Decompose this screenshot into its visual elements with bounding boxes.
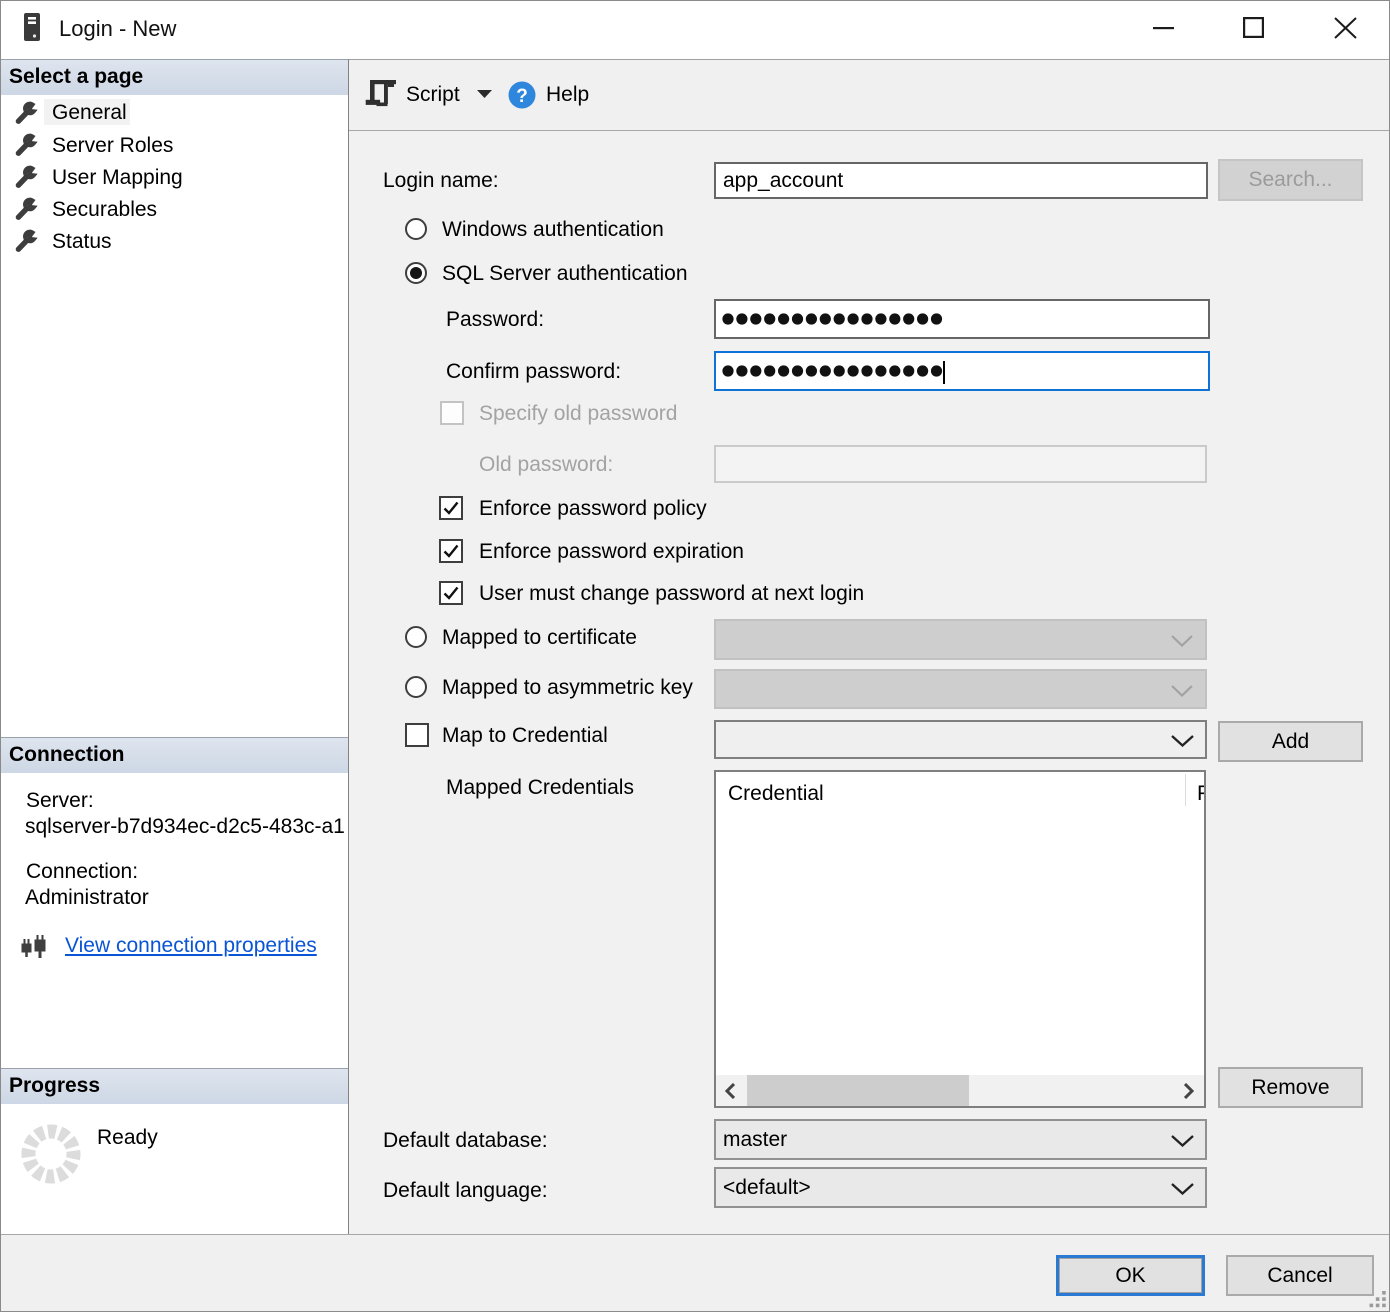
- svg-text:?: ?: [516, 86, 528, 107]
